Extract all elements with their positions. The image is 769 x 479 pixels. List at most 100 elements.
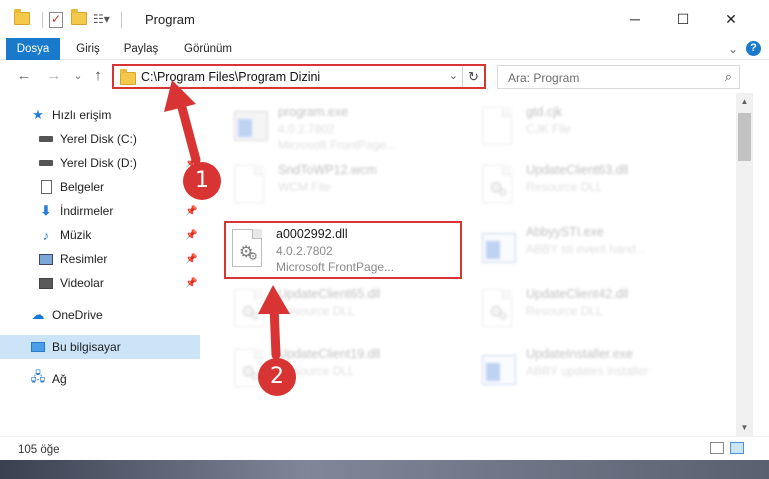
sidebar-item-label: Yerel Disk (D:)	[60, 156, 137, 170]
download-icon: ⬇	[40, 203, 52, 218]
dll-icon: ⚙ ⚙	[234, 289, 270, 331]
file-version: 4.0.2.7802	[278, 122, 335, 136]
sidebar-item-label: Bu bilgisayar	[52, 340, 121, 354]
back-button[interactable]: ←	[14, 67, 34, 84]
file-name: UpdateClient63.dll	[526, 163, 629, 177]
scroll-up-icon[interactable]: ▲	[736, 93, 753, 110]
sidebar-item-pictures[interactable]: Resimler 📌	[0, 247, 200, 271]
maximize-button[interactable]: ☐	[660, 0, 706, 38]
sidebar-item-label: İndirmeler	[60, 204, 114, 218]
sidebar-item-label: Hızlı erişim	[52, 108, 112, 122]
recent-locations-button[interactable]: ⌄	[68, 69, 88, 82]
customize-toolbar-icon[interactable]: ☷▾	[93, 12, 110, 28]
vertical-scrollbar[interactable]: ▲ ▼	[736, 93, 753, 436]
file-icon	[482, 107, 518, 149]
drive-icon	[38, 155, 54, 171]
search-input[interactable]: Ara: Program	[508, 71, 579, 85]
address-path[interactable]: C:\Program Files\Program Dizini	[141, 70, 320, 84]
file-name: UpdateClient42.dll	[526, 287, 629, 301]
desktop-background	[0, 460, 769, 479]
new-folder-icon[interactable]	[71, 9, 87, 28]
file-name: a0002992.dll	[276, 227, 348, 241]
sidebar-item-label: Müzik	[60, 228, 92, 242]
sidebar-item-label: Ağ	[52, 372, 67, 386]
sidebar-item-documents[interactable]: Belgeler	[0, 175, 200, 199]
file-item[interactable]: program.exe 4.0.2.7802 Microsoft FrontPa…	[228, 101, 468, 157]
file-item[interactable]: AbbyySTI.exe ABBY sti event hand...	[476, 221, 716, 277]
ribbon-tabs: Dosya Giriş Paylaş Görünüm ⌄ ?	[0, 38, 769, 60]
dll-icon: ⚙ ⚙	[482, 289, 518, 331]
sidebar-item-quick-access[interactable]: ★ Hızlı erişim	[0, 103, 200, 127]
sidebar-item-network[interactable]: 🖧 Ağ	[0, 367, 200, 391]
file-version: 4.0.2.7802	[276, 244, 333, 258]
tab-view[interactable]: Görünüm	[176, 38, 240, 60]
forward-button[interactable]: →	[44, 67, 64, 84]
details-view-icon[interactable]	[710, 442, 724, 454]
videos-icon	[38, 275, 54, 291]
tab-home[interactable]: Giriş	[66, 38, 110, 60]
file-item[interactable]: UpdateInstaller.exe ABBY updates install…	[476, 343, 716, 399]
properties-icon[interactable]	[49, 12, 65, 28]
sidebar-item-label: OneDrive	[52, 308, 103, 322]
sidebar-item-music[interactable]: ♪ Müzik 📌	[0, 223, 200, 247]
navigation-pane: ★ Hızlı erişim Yerel Disk (C:) Yerel Dis…	[0, 93, 200, 436]
file-name: UpdateClient19.dll	[278, 347, 381, 361]
network-icon: 🖧	[30, 369, 46, 384]
app-icon	[482, 227, 518, 269]
scroll-down-icon[interactable]: ▼	[736, 419, 753, 436]
music-icon: ♪	[42, 227, 50, 243]
file-type: Resource DLL	[526, 180, 603, 194]
window-title: Program	[145, 12, 195, 27]
pin-icon: 📌	[185, 205, 198, 217]
tab-share[interactable]: Paylaş	[117, 38, 165, 60]
file-description: ABBY sti event hand...	[526, 242, 646, 256]
file-item[interactable]: gtd.cjk CJK File	[476, 101, 716, 157]
file-item[interactable]: ⚙ ⚙ UpdateClient63.dll Resource DLL	[476, 159, 716, 215]
sidebar-item-disk-c[interactable]: Yerel Disk (C:)	[0, 127, 200, 151]
file-description: Microsoft FrontPage...	[276, 260, 395, 274]
file-name: UpdateClient65.dll	[278, 287, 381, 301]
status-bar: 105 öğe	[0, 436, 769, 460]
sidebar-item-onedrive[interactable]: ☁ OneDrive	[0, 303, 200, 327]
drive-icon	[38, 131, 54, 147]
pin-icon: 📌	[185, 253, 198, 265]
up-button[interactable]: ↑	[88, 67, 108, 84]
divider	[121, 12, 122, 28]
address-bar[interactable]: C:\Program Files\Program Dizini ⌄ ↻	[112, 64, 486, 89]
documents-icon	[38, 179, 54, 195]
sidebar-item-label: Resimler	[60, 252, 108, 266]
search-box[interactable]: Ara: Program ⌕	[497, 65, 740, 89]
divider	[42, 12, 43, 28]
sidebar-item-videos[interactable]: Videolar 📌	[0, 271, 200, 295]
ribbon-collapse-icon[interactable]: ⌄	[728, 42, 738, 56]
sidebar-item-disk-d[interactable]: Yerel Disk (D:) 📌	[0, 151, 200, 175]
step-badge-1: 1	[183, 162, 221, 200]
sidebar-item-label: Belgeler	[60, 180, 105, 194]
help-icon[interactable]: ?	[746, 41, 761, 56]
tab-file[interactable]: Dosya	[6, 38, 60, 60]
search-icon[interactable]: ⌕	[725, 69, 732, 85]
navigation-bar: ← → ⌄ ↑ C:\Program Files\Program Dizini …	[0, 61, 769, 93]
close-button[interactable]: ✕	[708, 0, 754, 38]
file-item[interactable]: ⚙ ⚙ UpdateClient65.dll Resource DLL	[228, 283, 468, 339]
large-icons-view-icon[interactable]	[730, 442, 744, 454]
file-item[interactable]: ⚙ ⚙ UpdateClient42.dll Resource DLL	[476, 283, 716, 339]
file-type: Resource DLL	[278, 304, 355, 318]
star-icon: ★	[32, 107, 44, 122]
file-name: gtd.cjk	[526, 105, 563, 119]
refresh-button[interactable]: ↻	[462, 66, 484, 87]
file-description: ABBY updates installer	[526, 364, 649, 378]
sidebar-item-downloads[interactable]: ⬇ İndirmeler 📌	[0, 199, 200, 223]
minimize-button[interactable]: ─	[612, 0, 658, 38]
sidebar-item-label: Videolar	[60, 276, 104, 290]
address-dropdown-icon[interactable]: ⌄	[449, 69, 458, 82]
file-type: Resource DLL	[526, 304, 603, 318]
highlighted-file-item[interactable]: ⚙ ⚙ a0002992.dll 4.0.2.7802 Microsoft Fro…	[224, 221, 462, 279]
scroll-thumb[interactable]	[738, 113, 751, 161]
cloud-icon: ☁	[31, 307, 45, 322]
sidebar-item-this-pc[interactable]: Bu bilgisayar	[0, 335, 200, 359]
file-item[interactable]: SndToWP12.wcm WCM File	[228, 159, 468, 215]
app-icon	[482, 349, 518, 391]
file-description: Microsoft FrontPage...	[278, 138, 397, 152]
step-badge-2: 2	[258, 358, 296, 396]
